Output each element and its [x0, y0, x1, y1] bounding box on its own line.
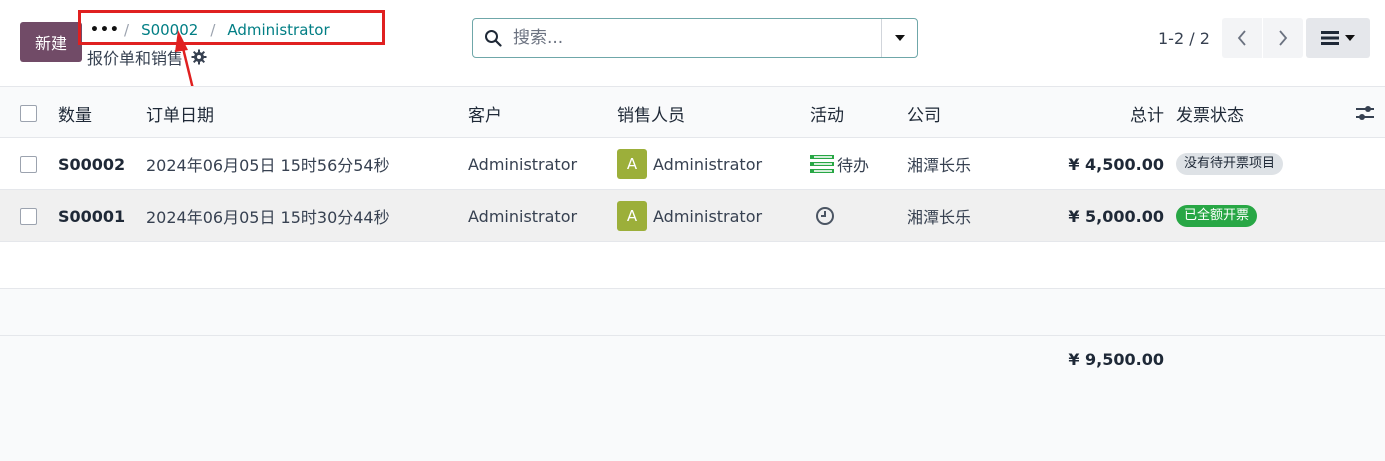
activity-button[interactable]: 待办	[810, 138, 869, 190]
search-input[interactable]	[513, 20, 881, 56]
order-total: ¥ 5,000.00	[1068, 206, 1164, 226]
column-header-total[interactable]: 总计	[1000, 87, 1164, 139]
salesperson[interactable]: A Administrator	[617, 190, 762, 242]
column-header-activity[interactable]: 活动	[810, 87, 844, 139]
company-name: 湘潭长乐	[907, 208, 972, 227]
salesperson[interactable]: A Administrator	[617, 138, 762, 190]
clock-icon	[816, 207, 834, 225]
activity-label: 待办	[837, 156, 870, 175]
salesperson-name: Administrator	[653, 154, 763, 174]
caret-down-icon	[1345, 35, 1355, 41]
row-checkbox[interactable]	[20, 207, 37, 225]
row-checkbox[interactable]	[20, 155, 37, 173]
order-date: 2024年06月05日 15时56分54秒	[146, 156, 390, 175]
page-title: 报价单和销售	[87, 45, 207, 69]
order-total: ¥ 4,500.00	[1068, 154, 1164, 174]
customer-name: Administrator	[468, 206, 578, 226]
search-bar	[472, 18, 918, 58]
pager-next-button[interactable]	[1263, 18, 1303, 58]
list-view-icon	[1321, 31, 1339, 45]
table-header: 数量 订单日期 客户 销售人员 活动 公司 总计 发票状态	[0, 86, 1385, 138]
order-reference: S00002	[58, 154, 126, 174]
search-options-toggle[interactable]	[881, 19, 917, 57]
status-badge: 已全额开票	[1176, 205, 1258, 227]
empty-row	[0, 242, 1385, 289]
orders-table: 数量 订单日期 客户 销售人员 活动 公司 总计 发票状态 S00002 202…	[0, 86, 1385, 461]
company-name: 湘潭长乐	[907, 156, 972, 175]
table-row[interactable]: S00002 2024年06月05日 15时56分54秒 Administrat…	[0, 138, 1385, 190]
optional-columns-toggle[interactable]	[1356, 87, 1374, 139]
row-checkbox-cell	[20, 138, 37, 190]
column-header-invoice-status[interactable]: 发票状态	[1176, 87, 1244, 139]
customer-name: Administrator	[468, 154, 578, 174]
invoice-status-cell: 已全额开票	[1176, 190, 1258, 242]
column-header-salesperson[interactable]: 销售人员	[617, 87, 685, 139]
column-header-company[interactable]: 公司	[907, 87, 941, 139]
annotation-highlight-box	[78, 10, 385, 45]
select-all-checkbox-cell	[20, 87, 37, 139]
todo-list-icon	[810, 155, 834, 173]
chevron-right-icon	[1279, 30, 1288, 46]
column-header-date[interactable]: 订单日期	[146, 87, 214, 139]
caret-down-icon	[894, 35, 905, 41]
pager-previous-button[interactable]	[1222, 18, 1262, 58]
row-checkbox-cell	[20, 190, 37, 242]
chevron-left-icon	[1237, 30, 1246, 46]
invoice-status-cell: 没有待开票项目	[1176, 138, 1284, 190]
empty-row	[0, 289, 1385, 336]
avatar: A	[617, 149, 647, 179]
sliders-icon	[1356, 106, 1374, 120]
salesperson-name: Administrator	[653, 206, 763, 226]
select-all-checkbox[interactable]	[20, 104, 37, 122]
gear-icon[interactable]	[191, 49, 207, 65]
sale-order-list-view: 新建 ••• / S00002 / Administrator 报价单和销售 搜…	[0, 0, 1385, 461]
column-header-qty[interactable]: 数量	[58, 87, 92, 139]
search-icon	[473, 19, 513, 57]
status-badge: 没有待开票项目	[1176, 153, 1284, 175]
order-date: 2024年06月05日 15时30分44秒	[146, 208, 390, 227]
pager-value[interactable]: 1-2 / 2	[1158, 29, 1210, 48]
view-switcher-button[interactable]	[1306, 18, 1370, 58]
new-button[interactable]: 新建	[20, 22, 82, 62]
order-reference: S00001	[58, 206, 126, 226]
column-header-customer[interactable]: 客户	[468, 87, 502, 139]
avatar: A	[617, 201, 647, 231]
page-title-text: 报价单和销售	[87, 49, 184, 68]
grand-total: ¥ 9,500.00	[1068, 349, 1164, 369]
table-row[interactable]: S00001 2024年06月05日 15时30分44秒 Administrat…	[0, 190, 1385, 242]
activity-button[interactable]	[810, 190, 840, 242]
